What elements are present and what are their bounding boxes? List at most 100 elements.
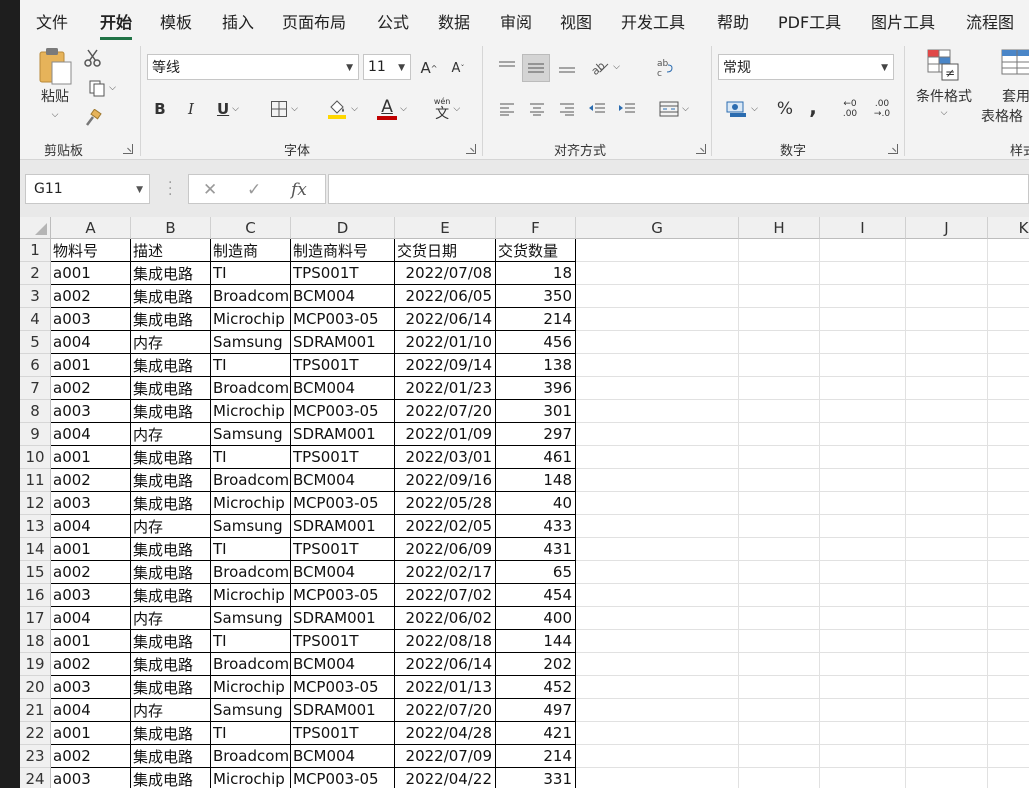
tab-6[interactable]: 数据 [438,9,470,33]
empty-cell[interactable] [739,561,820,584]
column-header-d[interactable]: D [291,217,395,239]
empty-cell[interactable] [820,722,906,745]
row-header[interactable]: 4 [20,308,51,331]
empty-cell[interactable] [820,469,906,492]
number-launcher-icon[interactable] [888,144,898,154]
empty-cell[interactable] [988,607,1029,630]
row-header[interactable]: 3 [20,285,51,308]
table-cell[interactable]: 148 [496,469,576,492]
table-cell[interactable]: 2022/07/20 [395,400,496,423]
header-cell[interactable]: 制造商 [211,239,291,262]
decrease-decimal-button[interactable]: .00 →.0 [868,96,896,122]
empty-cell[interactable] [906,768,988,788]
empty-cell[interactable] [739,699,820,722]
decrease-indent-button[interactable] [584,96,610,122]
empty-cell[interactable] [906,699,988,722]
table-cell[interactable]: 内存 [131,515,211,538]
table-cell[interactable]: 431 [496,538,576,561]
empty-cell[interactable] [820,239,906,262]
table-cell[interactable]: TI [211,722,291,745]
number-format-select[interactable]: 常规 ▼ [718,54,894,80]
empty-cell[interactable] [576,515,739,538]
empty-cell[interactable] [739,308,820,331]
table-cell[interactable]: 集成电路 [131,446,211,469]
table-cell[interactable]: a001 [51,446,131,469]
empty-cell[interactable] [576,469,739,492]
table-cell[interactable]: 2022/01/23 [395,377,496,400]
table-cell[interactable]: a003 [51,676,131,699]
empty-cell[interactable] [739,768,820,788]
format-painter-button[interactable] [80,106,106,130]
table-cell[interactable]: a001 [51,354,131,377]
table-cell[interactable]: Samsung [211,515,291,538]
table-cell[interactable]: BCM004 [291,561,395,584]
empty-cell[interactable] [820,400,906,423]
empty-cell[interactable] [820,331,906,354]
empty-cell[interactable] [820,515,906,538]
empty-cell[interactable] [739,285,820,308]
table-cell[interactable]: 396 [496,377,576,400]
align-middle-button[interactable] [522,54,550,82]
table-cell[interactable]: a004 [51,423,131,446]
empty-cell[interactable] [739,653,820,676]
table-cell[interactable]: 集成电路 [131,308,211,331]
empty-cell[interactable] [820,653,906,676]
empty-cell[interactable] [906,469,988,492]
table-cell[interactable]: 433 [496,515,576,538]
table-cell[interactable]: 2022/02/05 [395,515,496,538]
empty-cell[interactable] [906,423,988,446]
empty-cell[interactable] [988,699,1029,722]
empty-cell[interactable] [906,239,988,262]
table-cell[interactable]: a002 [51,377,131,400]
table-cell[interactable]: Broadcom [211,745,291,768]
tab-5[interactable]: 公式 [377,9,409,33]
table-cell[interactable]: BCM004 [291,285,395,308]
table-cell[interactable]: 集成电路 [131,653,211,676]
table-cell[interactable]: Broadcom [211,561,291,584]
empty-cell[interactable] [988,630,1029,653]
empty-cell[interactable] [820,584,906,607]
table-cell[interactable]: 2022/06/09 [395,538,496,561]
table-cell[interactable]: Microchip [211,768,291,788]
table-cell[interactable]: BCM004 [291,377,395,400]
table-cell[interactable]: a004 [51,699,131,722]
fill-color-button[interactable]: ⌵ [320,96,364,122]
row-header[interactable]: 8 [20,400,51,423]
empty-cell[interactable] [988,331,1029,354]
empty-cell[interactable] [988,722,1029,745]
empty-cell[interactable] [820,354,906,377]
empty-cell[interactable] [576,446,739,469]
table-cell[interactable]: 集成电路 [131,469,211,492]
empty-cell[interactable] [906,561,988,584]
alignment-launcher-icon[interactable] [696,144,706,154]
accounting-format-button[interactable]: ⌵ [720,96,764,122]
table-cell[interactable]: Broadcom [211,653,291,676]
empty-cell[interactable] [739,331,820,354]
empty-cell[interactable] [820,262,906,285]
table-cell[interactable]: a001 [51,722,131,745]
column-header-f[interactable]: F [496,217,576,239]
table-cell[interactable]: SDRAM001 [291,515,395,538]
empty-cell[interactable] [576,676,739,699]
tab-0[interactable]: 文件 [36,9,68,33]
row-header[interactable]: 24 [20,768,51,788]
align-right-button[interactable] [554,96,580,122]
empty-cell[interactable] [988,584,1029,607]
table-cell[interactable]: a002 [51,469,131,492]
table-cell[interactable]: 集成电路 [131,676,211,699]
table-cell[interactable]: 内存 [131,607,211,630]
table-cell[interactable]: BCM004 [291,469,395,492]
table-cell[interactable]: 集成电路 [131,354,211,377]
paste-button[interactable]: 粘贴 ⌵ [34,46,76,132]
empty-cell[interactable] [988,745,1029,768]
table-cell[interactable]: TPS001T [291,630,395,653]
underline-button[interactable]: U ⌵ [208,96,248,122]
table-cell[interactable]: 内存 [131,699,211,722]
empty-cell[interactable] [988,676,1029,699]
table-cell[interactable]: 集成电路 [131,722,211,745]
table-cell[interactable]: 2022/06/14 [395,308,496,331]
row-header[interactable]: 7 [20,377,51,400]
column-header-e[interactable]: E [395,217,496,239]
empty-cell[interactable] [576,745,739,768]
empty-cell[interactable] [988,653,1029,676]
